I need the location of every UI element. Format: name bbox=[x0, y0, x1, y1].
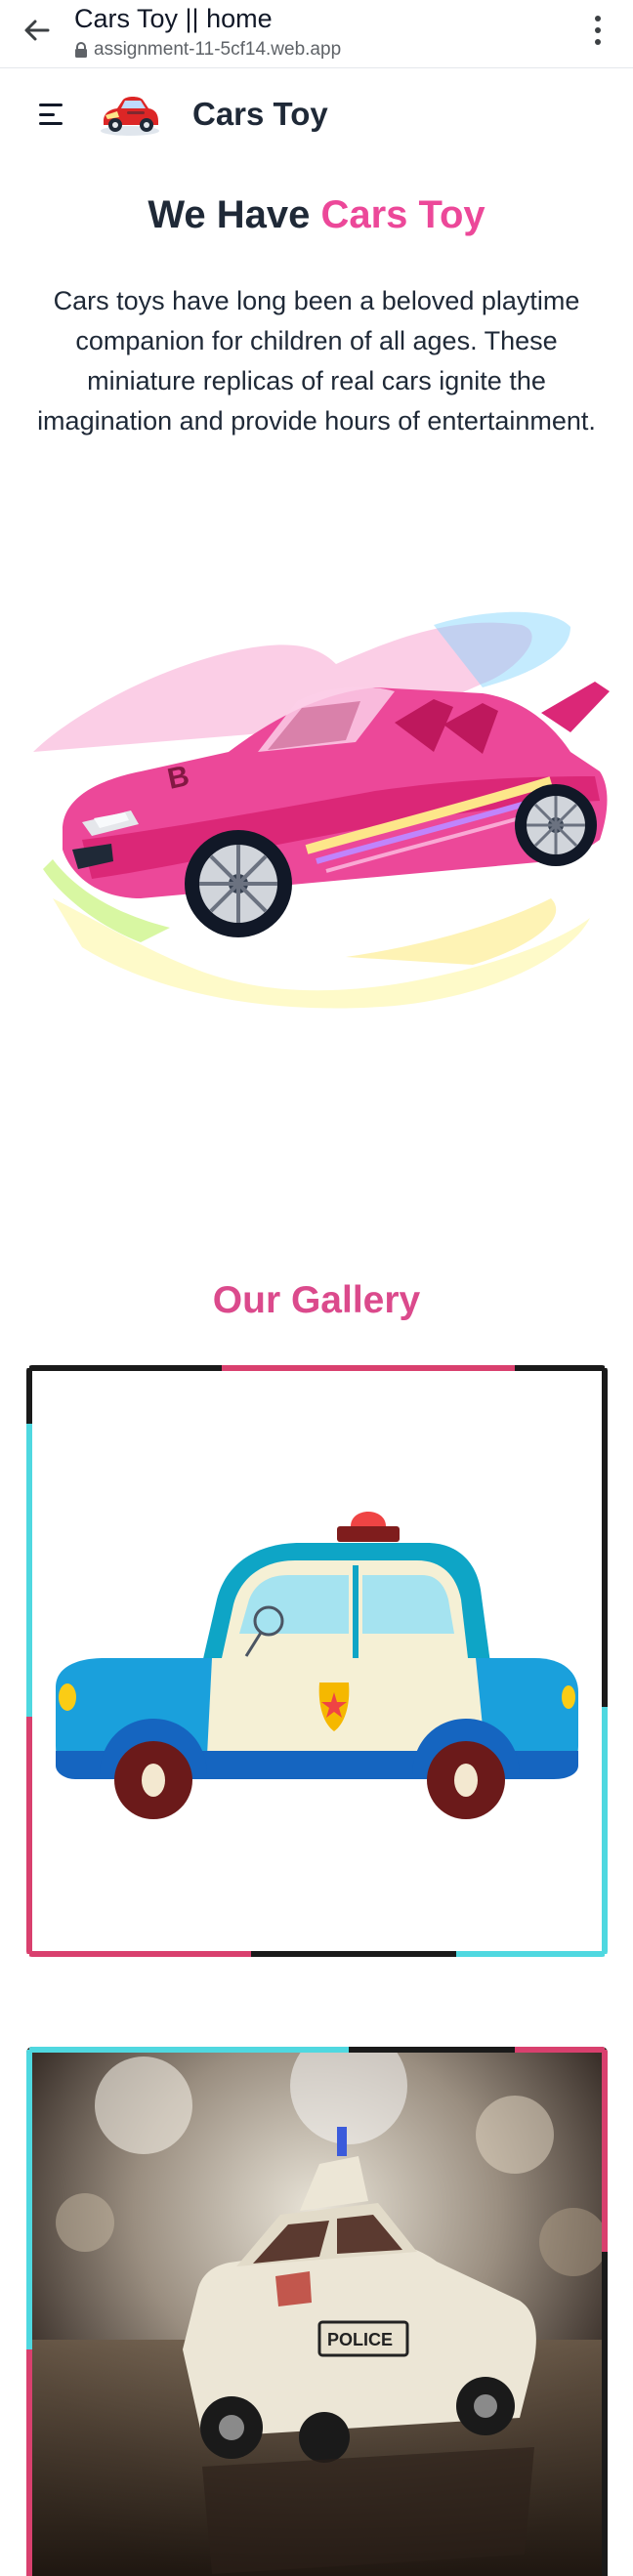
svg-text:POLICE: POLICE bbox=[327, 2330, 393, 2349]
hamburger-menu-icon[interactable] bbox=[39, 104, 64, 125]
vintage-toy-car-photo: POLICE bbox=[26, 2047, 608, 2576]
back-button[interactable] bbox=[20, 14, 53, 47]
gallery-title: Our Gallery bbox=[212, 1279, 421, 1321]
hero-title-accent: Cars Toy bbox=[320, 193, 485, 236]
hero-title: We Have Cars Toy bbox=[0, 193, 633, 237]
hero-description: Cars toys have long been a beloved playt… bbox=[37, 286, 596, 436]
browser-toolbar: Cars Toy || home assignment-11-5cf14.web… bbox=[0, 0, 633, 68]
page-title: Cars Toy || home bbox=[74, 4, 273, 33]
site-navbar: Cars Toy bbox=[0, 76, 633, 154]
more-vertical-icon[interactable] bbox=[592, 16, 604, 45]
arrow-left-icon bbox=[24, 20, 50, 41]
hero-title-prefix: We Have bbox=[148, 193, 311, 236]
url-text: assignment-11-5cf14.web.app bbox=[94, 39, 342, 60]
brand-name[interactable]: Cars Toy bbox=[192, 96, 328, 133]
gallery-card[interactable]: POLICE bbox=[26, 2047, 608, 2576]
police-car-illustration bbox=[56, 1512, 578, 1819]
site-logo[interactable] bbox=[98, 88, 162, 139]
gallery-card[interactable] bbox=[26, 1365, 608, 1957]
address-bar[interactable]: assignment-11-5cf14.web.app bbox=[74, 39, 341, 61]
hero-car-image: B bbox=[23, 605, 613, 1016]
lock-icon bbox=[75, 41, 87, 58]
